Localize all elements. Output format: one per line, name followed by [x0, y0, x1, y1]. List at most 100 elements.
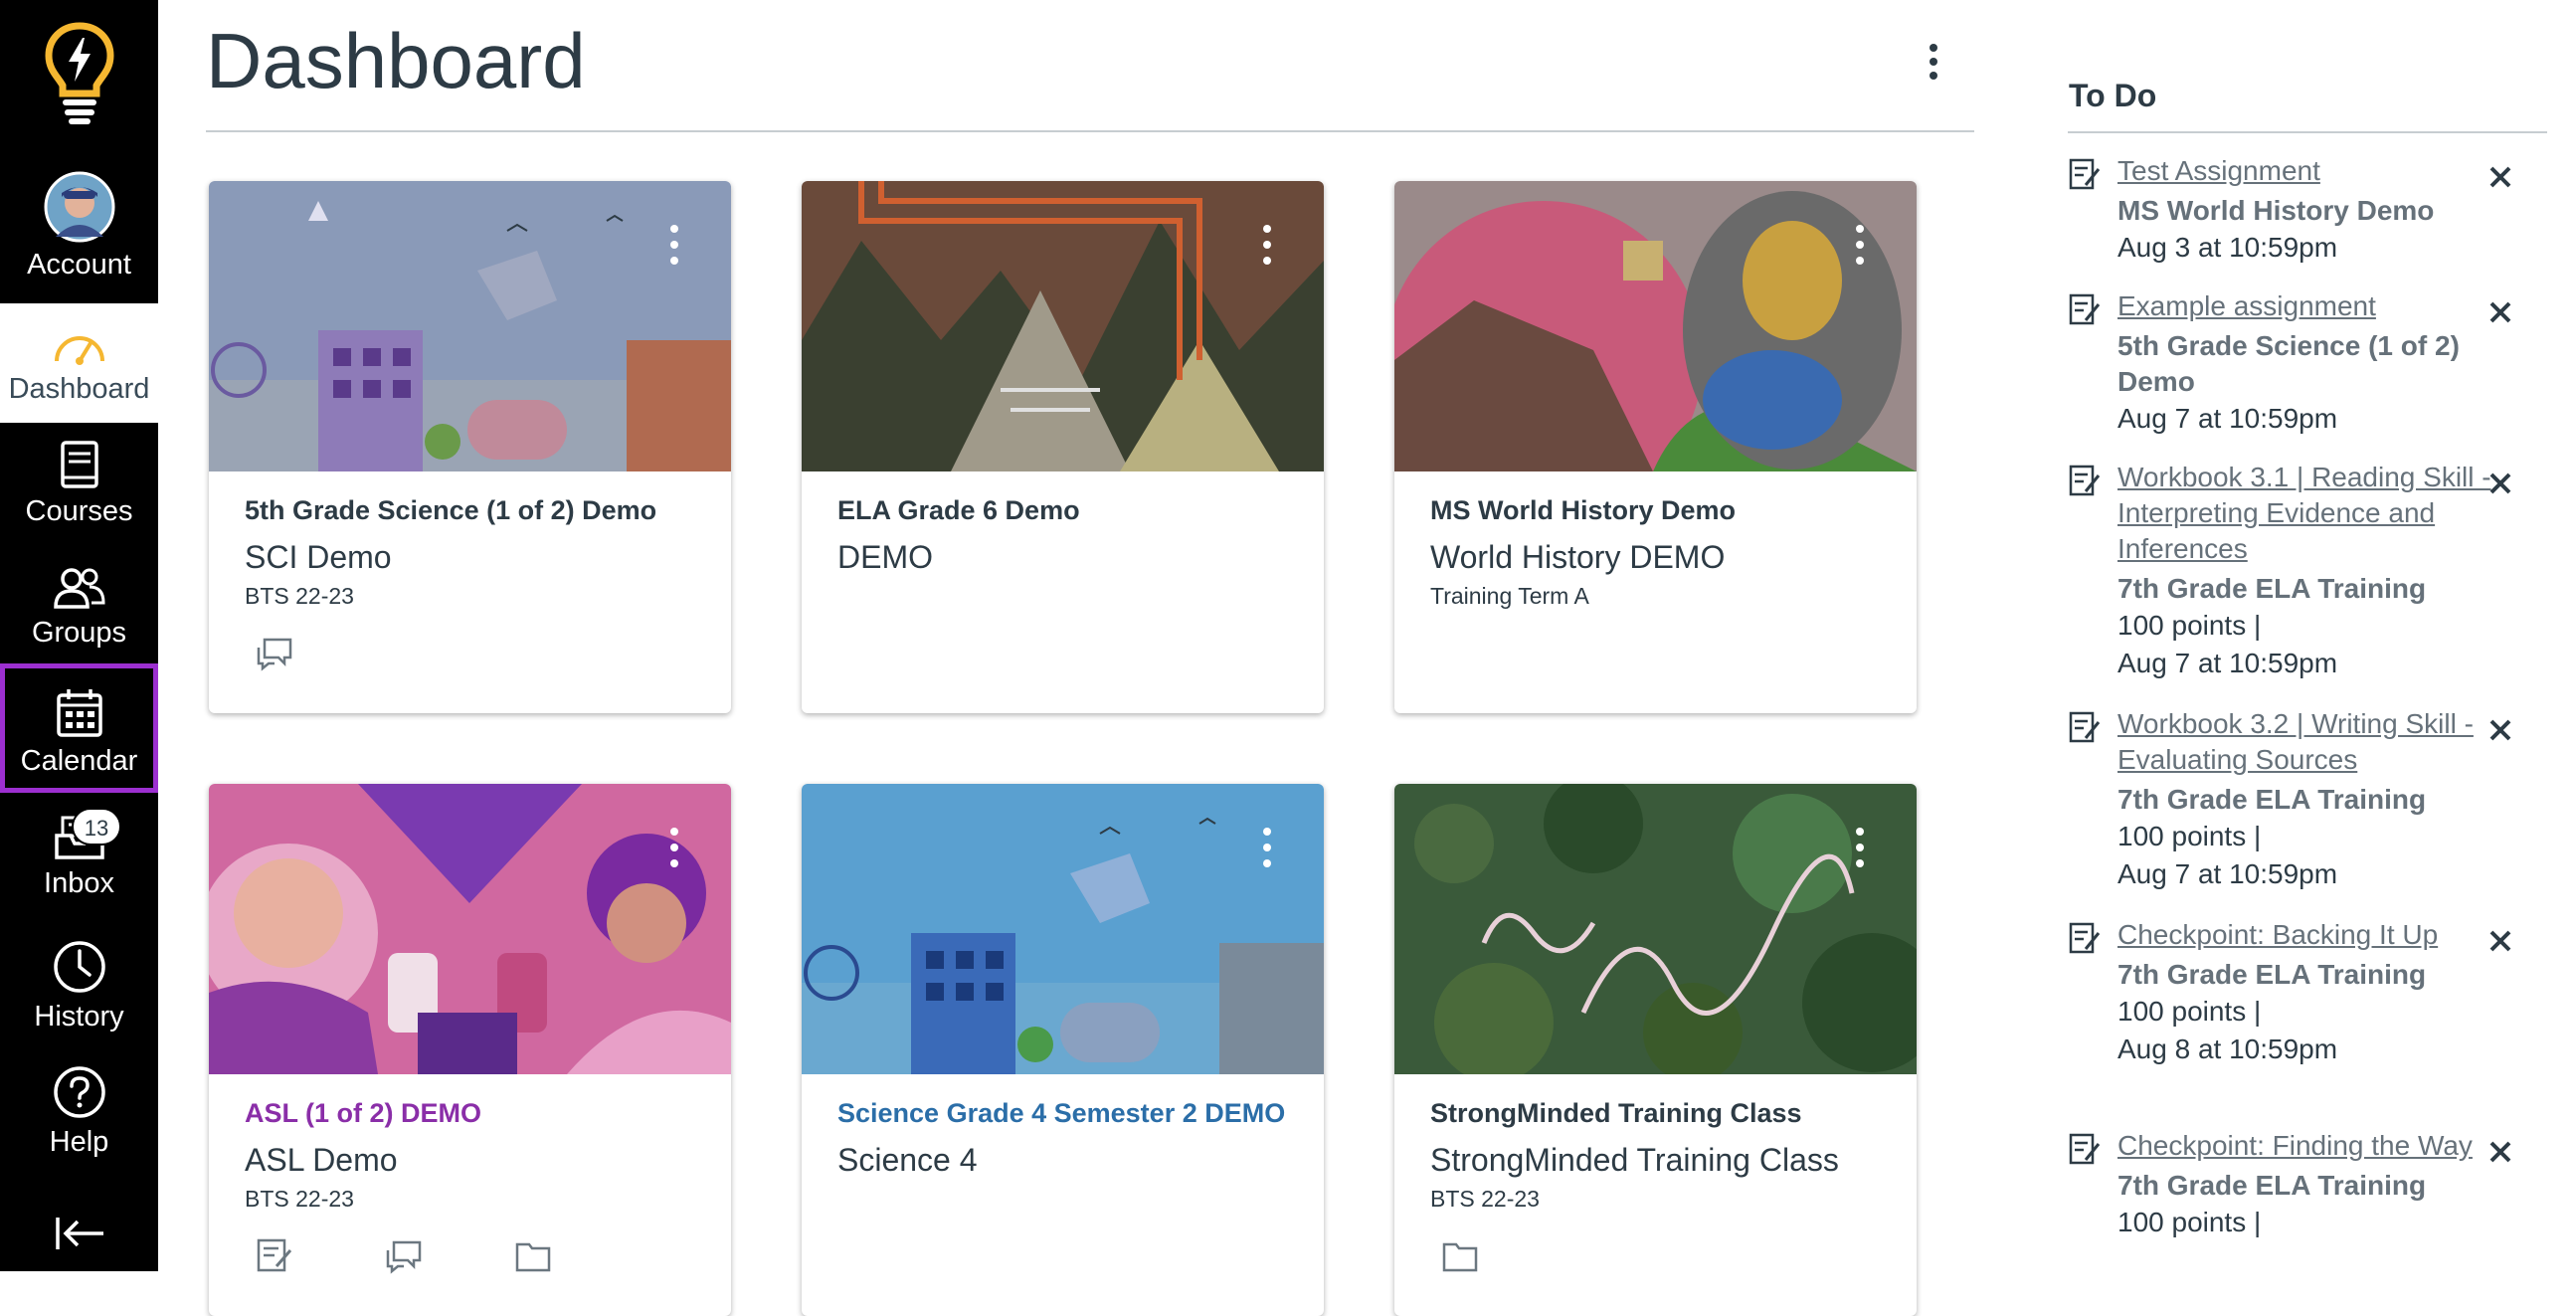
- todo-item: Workbook 3.1 | Reading Skill - Interpret…: [2069, 460, 2511, 682]
- assignment-icon: [2069, 158, 2101, 190]
- dashboard-main: Dashboard 5th Grade Science (1 of 2) Dem…: [158, 0, 2068, 1316]
- nav-groups-label: Groups: [31, 617, 127, 649]
- todo-item-link[interactable]: Example assignment: [2117, 288, 2495, 324]
- course-card-image[interactable]: [802, 784, 1324, 1074]
- dismiss-close-icon[interactable]: [2486, 1138, 2514, 1166]
- discussions-icon: [386, 1240, 422, 1274]
- todo-item-link[interactable]: Checkpoint: Finding the Way: [2117, 1128, 2495, 1164]
- card-assignments-link[interactable]: [255, 1236, 298, 1276]
- card-options-button[interactable]: [1853, 824, 1867, 873]
- card-options-button[interactable]: [667, 221, 681, 271]
- course-card-image[interactable]: [209, 784, 731, 1074]
- nav-calendar-label: Calendar: [20, 745, 138, 777]
- todo-divider: [2068, 131, 2547, 133]
- course-card-title[interactable]: MS World History Demo: [1430, 495, 1736, 526]
- page-title: Dashboard: [206, 17, 586, 104]
- kebab-menu-icon: [670, 225, 678, 265]
- dismiss-close-icon[interactable]: [2486, 470, 2514, 497]
- dashboard-options-button[interactable]: [1919, 38, 1948, 88]
- course-card-image[interactable]: [802, 181, 1324, 471]
- dashboard-gauge-icon: [54, 336, 104, 365]
- title-divider: [206, 130, 1974, 132]
- todo-item: Checkpoint: Backing It Up 7th Grade ELA …: [2069, 917, 2511, 1068]
- course-card-title[interactable]: ELA Grade 6 Demo: [837, 495, 1080, 526]
- courses-book-icon: [60, 441, 98, 488]
- todo-item-due: Aug 7 at 10:59pm: [2117, 648, 2338, 678]
- calendar-icon: [56, 689, 102, 737]
- dismiss-close-icon[interactable]: [2486, 716, 2514, 744]
- nav-history-label: History: [34, 1001, 124, 1033]
- discussions-icon: [257, 638, 292, 671]
- todo-item-link[interactable]: Workbook 3.1 | Reading Skill - Interpret…: [2117, 460, 2495, 567]
- dismiss-close-icon[interactable]: [2486, 298, 2514, 326]
- card-discussions-link[interactable]: [384, 1236, 428, 1276]
- course-card-image[interactable]: [1394, 784, 1917, 1074]
- card-options-button[interactable]: [1853, 221, 1867, 271]
- course-card-title[interactable]: Science Grade 4 Semester 2 DEMO: [837, 1098, 1285, 1129]
- world-history-illustration: [1394, 181, 1917, 471]
- history-clock-icon: [53, 941, 105, 993]
- course-card-title[interactable]: ASL (1 of 2) DEMO: [245, 1098, 481, 1129]
- nav-account[interactable]: Account: [0, 171, 158, 302]
- todo-item: Test Assignment MS World History Demo Au…: [2069, 153, 2511, 267]
- todo-item-due: Aug 8 at 10:59pm: [2117, 1034, 2338, 1064]
- kebab-menu-icon: [1856, 225, 1864, 265]
- course-card-code: ASL Demo: [245, 1142, 398, 1178]
- todo-item-link[interactable]: Test Assignment: [2117, 153, 2495, 189]
- dismiss-close-icon[interactable]: [2486, 163, 2514, 191]
- course-card-image[interactable]: [209, 181, 731, 471]
- course-card-image[interactable]: [1394, 181, 1917, 471]
- canvas-logo-link[interactable]: [0, 22, 158, 131]
- and-breathe-neon-illustration: [1394, 784, 1917, 1074]
- card-discussions-link[interactable]: [255, 634, 298, 673]
- todo-item-due: Aug 7 at 10:59pm: [2117, 403, 2338, 434]
- card-options-button[interactable]: [667, 824, 681, 873]
- card-files-link[interactable]: [513, 1236, 557, 1276]
- dismiss-close-icon[interactable]: [2486, 927, 2514, 955]
- nav-calendar[interactable]: Calendar: [0, 663, 158, 793]
- kebab-menu-icon: [1856, 828, 1864, 867]
- course-card[interactable]: StrongMinded Training Class StrongMinded…: [1394, 784, 1917, 1316]
- global-navigation: Account Dashboard Courses Groups Calenda…: [0, 0, 158, 1271]
- todo-item-due: Aug 3 at 10:59pm: [2117, 232, 2338, 263]
- assignment-icon: [2069, 922, 2101, 954]
- todo-item-points: 100 points |: [2117, 610, 2262, 641]
- nav-help-label: Help: [49, 1126, 109, 1158]
- card-options-button[interactable]: [1260, 824, 1274, 873]
- course-card-title[interactable]: StrongMinded Training Class: [1430, 1098, 1802, 1129]
- assignment-icon: [2069, 711, 2101, 743]
- course-card[interactable]: 5th Grade Science (1 of 2) Demo SCI Demo…: [209, 181, 731, 713]
- course-card[interactable]: ASL (1 of 2) DEMO ASL Demo BTS 22-23: [209, 784, 731, 1316]
- science-illustration: [802, 784, 1324, 1074]
- course-card-term: BTS 22-23: [245, 1186, 354, 1212]
- todo-item-course: 7th Grade ELA Training: [2117, 1170, 2427, 1201]
- todo-item-course: MS World History Demo: [2117, 195, 2435, 226]
- course-card-title[interactable]: 5th Grade Science (1 of 2) Demo: [245, 495, 656, 526]
- todo-item-link[interactable]: Workbook 3.2 | Writing Skill - Evaluatin…: [2117, 706, 2495, 778]
- asl-illustration: [209, 784, 731, 1074]
- todo-item: Checkpoint: Finding the Way 7th Grade EL…: [2069, 1128, 2511, 1241]
- files-folder-icon: [515, 1242, 551, 1272]
- todo-item: Workbook 3.2 | Writing Skill - Evaluatin…: [2069, 706, 2511, 893]
- groups-icon: [53, 568, 105, 609]
- todo-item-due: Aug 7 at 10:59pm: [2117, 858, 2338, 889]
- lightbulb-logo-icon: [44, 22, 114, 124]
- course-card[interactable]: Science Grade 4 Semester 2 DEMO Science …: [802, 784, 1324, 1316]
- nav-courses[interactable]: Courses: [0, 440, 158, 539]
- collapse-nav-button[interactable]: [0, 1214, 158, 1263]
- nav-help[interactable]: Help: [0, 1064, 158, 1164]
- avatar: [44, 171, 114, 243]
- course-card[interactable]: ELA Grade 6 Demo DEMO: [802, 181, 1324, 713]
- todo-item-link[interactable]: Checkpoint: Backing It Up: [2117, 917, 2495, 953]
- assignment-icon: [2069, 293, 2101, 325]
- assignment-icon: [2069, 1133, 2101, 1165]
- course-card-code: DEMO: [837, 539, 933, 575]
- nav-history[interactable]: History: [0, 939, 158, 1038]
- course-card[interactable]: MS World History Demo World History DEMO…: [1394, 181, 1917, 713]
- card-options-button[interactable]: [1260, 221, 1274, 271]
- nav-inbox[interactable]: 13 Inbox: [0, 808, 158, 913]
- nav-dashboard-label: Dashboard: [8, 373, 150, 405]
- card-files-link[interactable]: [1440, 1236, 1484, 1276]
- nav-groups[interactable]: Groups: [0, 567, 158, 666]
- nav-dashboard[interactable]: Dashboard: [0, 303, 158, 423]
